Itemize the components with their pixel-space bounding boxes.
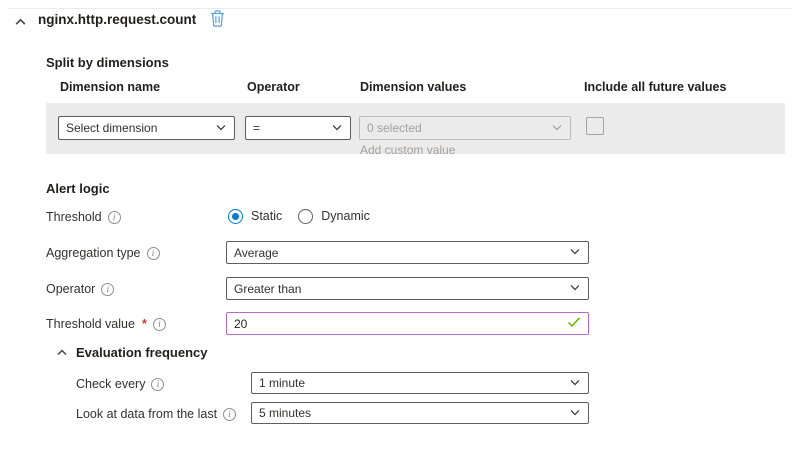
column-header-operator: Operator — [247, 80, 300, 94]
aggregation-type-dropdown[interactable]: Average — [226, 241, 589, 264]
chevron-down-icon — [569, 406, 581, 421]
trash-icon — [210, 10, 225, 32]
alert-logic-heading: Alert logic — [46, 181, 110, 196]
lookback-dropdown-value: 5 minutes — [259, 406, 311, 420]
add-custom-value-link[interactable]: Add custom value — [360, 143, 455, 157]
metric-title: nginx.http.request.count — [38, 12, 196, 27]
dimension-operator-dropdown[interactable]: = — [245, 116, 351, 140]
evaluation-frequency-collapse-chevron-icon[interactable] — [55, 346, 69, 359]
info-icon[interactable]: i — [147, 247, 160, 260]
include-future-values-checkbox[interactable] — [586, 117, 604, 135]
info-icon[interactable]: i — [151, 378, 164, 391]
threshold-value-input-value: 20 — [234, 317, 247, 331]
chevron-down-icon — [569, 376, 581, 391]
static-radio-label[interactable]: Static — [251, 209, 282, 223]
check-every-label-row: Check every i — [76, 376, 164, 392]
column-header-include-future-values: Include all future values — [584, 80, 726, 94]
chevron-down-icon — [569, 245, 581, 260]
info-icon[interactable]: i — [223, 408, 236, 421]
dimension-values-dropdown[interactable]: 0 selected — [359, 116, 571, 140]
lookback-label: Look at data from the last — [76, 407, 217, 421]
chevron-down-icon — [331, 121, 343, 136]
dynamic-radio[interactable] — [298, 209, 313, 224]
check-every-dropdown[interactable]: 1 minute — [251, 372, 589, 394]
chevron-down-icon — [215, 121, 227, 136]
lookback-dropdown[interactable]: 5 minutes — [251, 402, 589, 424]
aggregation-type-label: Aggregation type — [46, 246, 141, 260]
chevron-down-icon — [569, 281, 581, 296]
dimension-values-dropdown-value: 0 selected — [367, 121, 422, 135]
check-every-dropdown-value: 1 minute — [259, 376, 305, 390]
dimension-name-dropdown-value: Select dimension — [66, 121, 157, 135]
chevron-down-icon — [551, 121, 563, 136]
dimension-operator-dropdown-value: = — [253, 121, 260, 135]
threshold-label-row: Threshold i — [46, 209, 121, 225]
top-divider — [8, 8, 791, 9]
check-every-label: Check every — [76, 377, 145, 391]
column-header-dimension-name: Dimension name — [60, 80, 160, 94]
operator-label: Operator — [46, 282, 95, 296]
operator-label-row: Operator i — [46, 281, 114, 297]
threshold-type-radio-group: Static Dynamic — [228, 207, 378, 225]
required-asterisk: * — [142, 317, 147, 331]
column-header-dimension-values: Dimension values — [360, 80, 466, 94]
aggregation-type-label-row: Aggregation type i — [46, 245, 160, 261]
static-radio[interactable] — [228, 209, 243, 224]
threshold-value-label-row: Threshold value * i — [46, 316, 166, 332]
delete-metric-button[interactable] — [206, 10, 228, 32]
info-icon[interactable]: i — [153, 318, 166, 331]
evaluation-frequency-heading: Evaluation frequency — [76, 345, 207, 360]
operator-dropdown[interactable]: Greater than — [226, 277, 589, 300]
aggregation-type-dropdown-value: Average — [234, 246, 278, 260]
dynamic-radio-label[interactable]: Dynamic — [321, 209, 370, 223]
info-icon[interactable]: i — [101, 283, 114, 296]
threshold-value-label: Threshold value — [46, 317, 135, 331]
valid-checkmark-icon — [567, 316, 581, 331]
lookback-label-row: Look at data from the last i — [76, 406, 236, 422]
dimension-name-dropdown[interactable]: Select dimension — [58, 116, 235, 140]
metric-collapse-chevron-icon[interactable] — [12, 15, 28, 29]
threshold-value-input[interactable]: 20 — [226, 312, 589, 335]
split-by-dimensions-heading: Split by dimensions — [46, 55, 169, 70]
info-icon[interactable]: i — [108, 211, 121, 224]
operator-dropdown-value: Greater than — [234, 282, 301, 296]
threshold-label: Threshold — [46, 210, 102, 224]
